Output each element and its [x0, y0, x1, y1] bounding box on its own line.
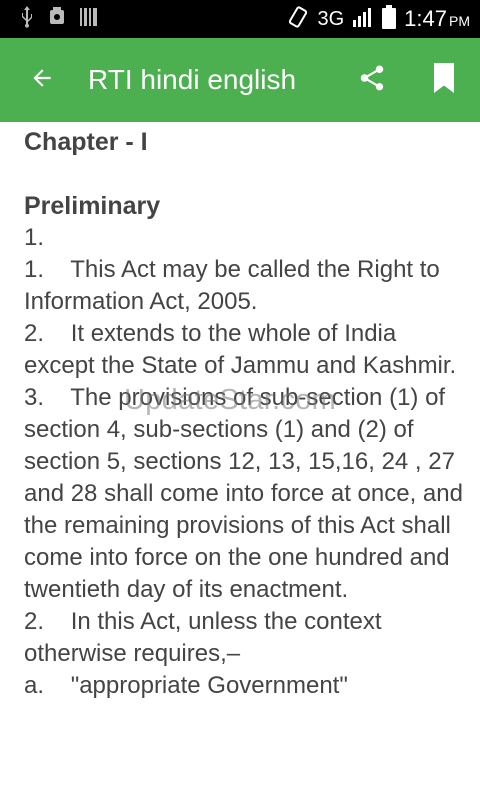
clock: 1:47 PM — [404, 6, 470, 31]
share-icon — [357, 63, 387, 97]
document-line: 3. The provisions of sub-section (1) of … — [24, 384, 463, 603]
battery-icon — [382, 5, 397, 33]
usb-icon — [20, 6, 34, 32]
vibrate-icon — [287, 6, 309, 32]
document-line: 1. — [24, 224, 45, 251]
section-heading: Preliminary — [24, 192, 161, 220]
toolbar-title: RTI hindi english — [88, 64, 297, 95]
chapter-title: Chapter - I — [24, 128, 148, 156]
bookmark-button[interactable] — [424, 60, 464, 100]
signal-icon — [352, 6, 374, 32]
network-type: 3G — [317, 7, 345, 30]
arrow-back-icon — [29, 65, 55, 95]
status-bar: 3G 1:47 PM — [0, 0, 480, 38]
app-toolbar: RTI hindi english — [0, 38, 480, 122]
barcode-icon — [80, 7, 98, 31]
share-button[interactable] — [352, 60, 392, 100]
document-line: a. "appropriate Government" — [24, 672, 348, 699]
back-button[interactable] — [22, 60, 62, 100]
notification-icon — [48, 7, 66, 31]
bookmark-icon — [431, 63, 457, 97]
document-content[interactable]: Chapter - I Preliminary 1. 1. This Act m… — [24, 122, 464, 800]
document-line: 2. It extends to the whole of India exce… — [24, 320, 457, 379]
document-line: 2. In this Act, unless the context other… — [24, 608, 389, 667]
document-line: 1. This Act may be called the Right to I… — [24, 256, 447, 315]
